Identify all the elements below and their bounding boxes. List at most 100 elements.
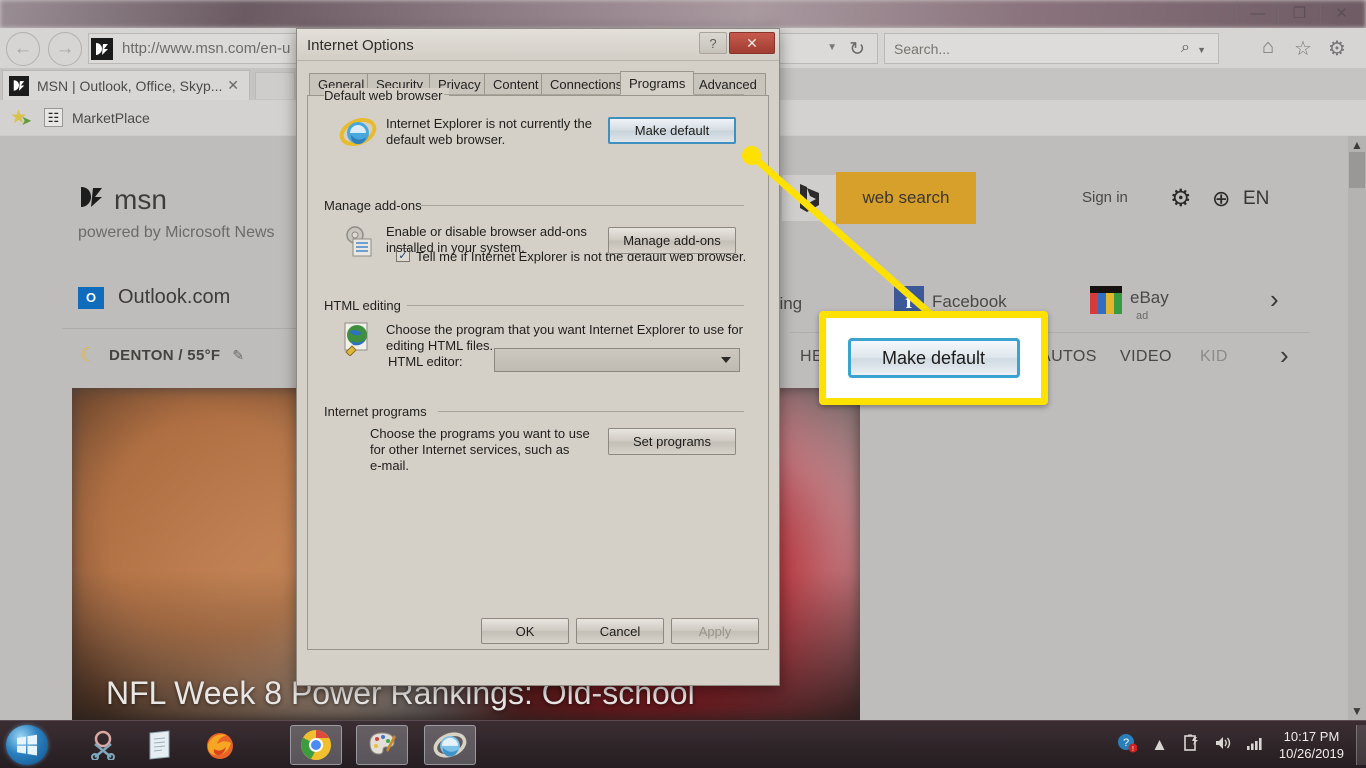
gear-icon[interactable]: ⚙ [1170, 184, 1192, 213]
msn-tagline: powered by Microsoft News [78, 224, 275, 242]
sign-in-link[interactable]: Sign in [1082, 189, 1128, 206]
battery-icon[interactable] [1182, 734, 1200, 757]
taskbar-internet-explorer[interactable] [424, 725, 476, 765]
manage-addons-icon [338, 220, 378, 260]
tab-close-icon[interactable]: ✕ [227, 77, 239, 94]
edit-pencil-icon[interactable]: ✎ [232, 347, 244, 364]
bing-search-row: web search [782, 172, 976, 224]
browser-tab[interactable]: MSN | Outlook, Office, Skyp... ✕ [2, 70, 250, 100]
search-placeholder: Search... [894, 41, 950, 57]
start-button[interactable] [6, 725, 48, 765]
dialog-title: Internet Options [307, 37, 414, 54]
home-icon[interactable]: ⌂ [1262, 36, 1274, 59]
default-browser-status-line2: default web browser. [386, 132, 616, 148]
set-programs-button[interactable]: Set programs [608, 428, 736, 455]
svg-text:?: ? [1123, 737, 1129, 749]
new-tab-button[interactable] [255, 72, 295, 99]
category-kids[interactable]: KID [1200, 348, 1228, 366]
category-video[interactable]: VIDEO [1120, 348, 1172, 366]
cancel-button[interactable]: Cancel [576, 618, 664, 644]
volume-icon[interactable] [1214, 734, 1232, 757]
tab-favicon-icon [9, 76, 29, 96]
group-label-manage-addons: Manage add-ons [324, 198, 428, 213]
ebay-icon [1090, 286, 1122, 314]
outlook-icon: O [78, 287, 104, 309]
html-editor-label: HTML editor: [388, 354, 463, 369]
url-text: http://www.msn.com/en-u [122, 40, 290, 57]
browser-search-box[interactable]: Search... ⌕ ▼ [884, 33, 1219, 64]
taskbar-snipping-tool[interactable] [78, 725, 130, 765]
scroll-down-icon[interactable]: ▼ [1350, 704, 1364, 718]
tab-title: MSN | Outlook, Office, Skyp... [37, 78, 222, 94]
internet-options-dialog: Internet Options ? ✕ General Security Pr… [296, 28, 780, 686]
apply-button: Apply [671, 618, 759, 644]
help-button[interactable]: ? [699, 32, 727, 54]
favorites-star-icon[interactable]: ☆ [1294, 36, 1312, 61]
taskbar-chrome[interactable] [290, 725, 342, 765]
url-dropdown-icon[interactable]: ▼ [827, 42, 837, 53]
scroll-up-icon[interactable]: ▲ [1350, 138, 1364, 152]
scrollbar-thumb[interactable] [1349, 152, 1365, 188]
chevron-right-icon[interactable]: › [1270, 284, 1279, 315]
ok-button[interactable]: OK [481, 618, 569, 644]
marketplace-icon: ☷ [44, 108, 63, 127]
manage-addons-button[interactable]: Manage add-ons [608, 227, 736, 254]
bing-icon [782, 175, 836, 221]
chevron-down-icon[interactable] [721, 357, 731, 363]
tab-advanced[interactable]: Advanced [690, 73, 766, 95]
callout-anchor-dot [742, 146, 761, 165]
favorite-marketplace[interactable]: MarketPlace [72, 110, 150, 126]
restore-button[interactable]: ❐ [1278, 1, 1320, 25]
chevron-right-icon[interactable]: › [1280, 340, 1289, 371]
internet-explorer-icon [338, 112, 378, 152]
close-window-button[interactable]: ✕ [1320, 1, 1362, 25]
tab-programs[interactable]: Programs [620, 71, 694, 95]
taskbar-notepad[interactable] [134, 725, 186, 765]
weather-widget[interactable]: ☾ DENTON / 55°F ✎ [80, 344, 244, 367]
page-scrollbar[interactable]: ▲ ▼ [1348, 136, 1366, 720]
refresh-icon[interactable]: ↻ [849, 38, 865, 61]
address-favicon-icon [91, 38, 113, 60]
facebook-link[interactable]: Facebook [932, 292, 1007, 312]
category-autos[interactable]: AUTOS [1040, 348, 1097, 366]
dialog-title-bar[interactable]: Internet Options ? ✕ [297, 29, 779, 61]
ebay-link[interactable]: eBay [1130, 288, 1169, 308]
svg-text:!: ! [1132, 746, 1134, 753]
programs-panel: Default web browser Internet Explorer is… [307, 95, 769, 650]
forward-button[interactable]: → [48, 32, 82, 66]
window-controls: — ❐ ✕ [1236, 0, 1362, 26]
language-label[interactable]: EN [1243, 188, 1269, 210]
globe-icon[interactable]: ⊕ [1212, 186, 1230, 212]
manage-addons-desc-line2: installed in your system. [386, 240, 626, 256]
make-default-button[interactable]: Make default [608, 117, 736, 144]
html-editing-icon [338, 318, 378, 358]
taskbar-paint[interactable] [356, 725, 408, 765]
minimize-button[interactable]: — [1236, 1, 1278, 25]
internet-programs-desc-line3: e-mail. [370, 458, 610, 474]
web-search-button[interactable]: web search [836, 172, 976, 224]
outlook-link[interactable]: O Outlook.com [78, 286, 230, 309]
msn-logo: msn [78, 184, 167, 216]
network-signal-icon[interactable] [1246, 735, 1264, 756]
group-rule [444, 94, 744, 95]
default-browser-status-line1: Internet Explorer is not currently the [386, 116, 616, 132]
favorites-arrow-icon[interactable]: ➤ [21, 113, 32, 129]
action-center-icon[interactable]: ? ! [1117, 733, 1137, 758]
taskbar: ? ! ▲ [0, 720, 1366, 768]
clock[interactable]: 10:17 PM 10/26/2019 [1279, 728, 1344, 762]
show-hidden-icons-icon[interactable]: ▲ [1151, 735, 1168, 755]
show-desktop-button[interactable] [1356, 725, 1366, 765]
ebay-ad-label: ad [1136, 310, 1148, 322]
desktop-wallpaper [0, 0, 1366, 28]
tab-content[interactable]: Content [484, 73, 548, 95]
chevron-down-icon[interactable]: ▼ [1197, 45, 1206, 55]
clock-time: 10:17 PM [1279, 728, 1344, 745]
html-editor-select[interactable] [494, 348, 740, 372]
back-button[interactable]: ← [6, 32, 40, 66]
internet-programs-desc-line1: Choose the programs you want to use [370, 426, 610, 442]
taskbar-firefox[interactable] [194, 725, 246, 765]
close-dialog-button[interactable]: ✕ [729, 32, 775, 54]
search-icon[interactable]: ⌕ [1181, 39, 1190, 57]
tab-connections[interactable]: Connections [541, 73, 631, 95]
gear-icon[interactable]: ⚙ [1328, 36, 1346, 61]
